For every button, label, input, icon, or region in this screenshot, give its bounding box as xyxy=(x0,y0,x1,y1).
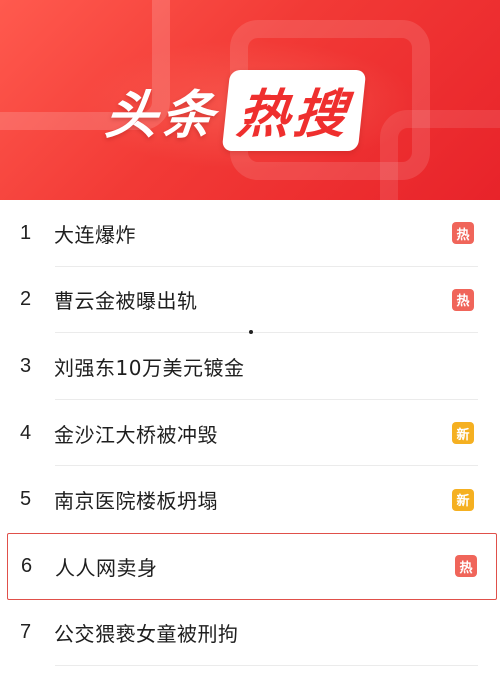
list-item[interactable]: 2 曹云金被曝出轨 热 xyxy=(0,267,500,334)
new-badge: 新 xyxy=(452,488,474,511)
rank-number: 7 xyxy=(20,621,32,644)
list-item[interactable]: 3 刘强东10万美元镀金 xyxy=(0,333,500,400)
hot-badge: 热 xyxy=(455,555,477,578)
banner-title: 头条 热搜 xyxy=(102,70,367,151)
rank-number: 3 xyxy=(20,354,32,377)
topic-title[interactable]: 南京医院楼板坍塌 xyxy=(54,485,452,514)
list-item[interactable]: 4 金沙江大桥被冲毁 新 xyxy=(0,400,500,467)
divider xyxy=(55,665,478,667)
hot-search-banner: 头条 热搜 xyxy=(0,0,500,200)
list-item-highlighted[interactable]: 6 人人网卖身 热 xyxy=(7,532,497,600)
rank-number: 1 xyxy=(20,221,32,244)
rank-number: 4 xyxy=(20,421,32,444)
rank-number: 5 xyxy=(20,488,32,511)
title-part-2: 热搜 xyxy=(221,70,367,151)
list-item[interactable]: 1 大连爆炸 热 xyxy=(0,200,500,267)
topic-title[interactable]: 大连爆炸 xyxy=(54,219,452,248)
rank-number: 2 xyxy=(20,288,32,311)
rank-number: 6 xyxy=(21,554,33,577)
stray-dot xyxy=(249,330,253,334)
topic-title[interactable]: 金沙江大桥被冲毁 xyxy=(54,419,452,448)
topic-title[interactable]: 人人网卖身 xyxy=(55,552,455,581)
topic-title[interactable]: 刘强东10万美元镀金 xyxy=(54,352,500,381)
hot-search-list: 1 大连爆炸 热 2 曹云金被曝出轨 热 3 刘强东10万美元镀金 4 金沙江大… xyxy=(0,200,500,667)
hot-badge: 热 xyxy=(452,222,474,245)
list-item[interactable]: 5 南京医院楼板坍塌 新 xyxy=(0,466,500,533)
topic-title[interactable]: 曹云金被曝出轨 xyxy=(54,285,452,314)
hot-badge: 热 xyxy=(452,288,474,311)
topic-title[interactable]: 公交猥亵女童被刑拘 xyxy=(54,618,500,647)
title-part-1: 头条 xyxy=(102,86,221,146)
new-badge: 新 xyxy=(452,422,474,445)
list-item[interactable]: 7 公交猥亵女童被刑拘 xyxy=(0,600,500,667)
